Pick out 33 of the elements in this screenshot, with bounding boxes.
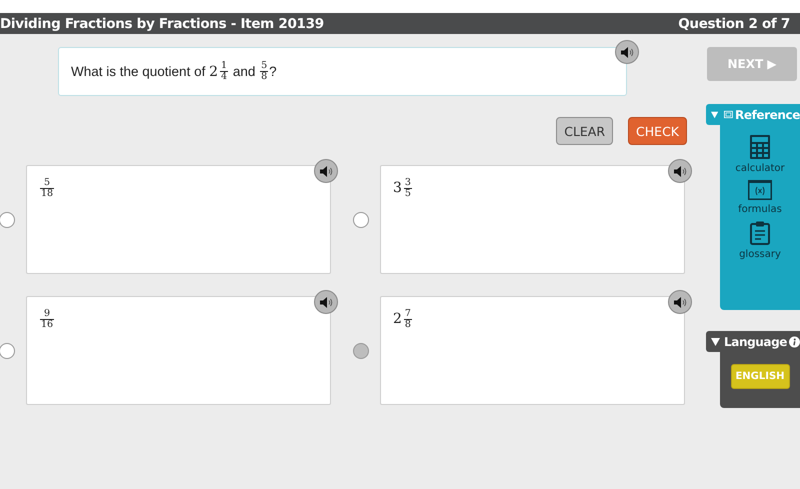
speaker-icon [620,46,634,58]
speaker-icon [674,296,686,308]
formulas-tool[interactable]: formulas [738,180,782,215]
radio-button[interactable] [353,342,369,358]
item-title: Dividing Fractions by Fractions - Item 20139 [0,16,324,32]
speaker-button[interactable] [615,40,639,64]
speaker-button[interactable] [668,159,692,183]
radio-button[interactable] [0,212,15,228]
clear-button[interactable]: CLEAR [556,117,614,145]
speaker-button[interactable] [314,290,338,314]
formula-icon [748,180,772,200]
radio-button[interactable] [353,212,369,228]
reference-toggle[interactable]: Reference [706,104,800,125]
speaker-button[interactable] [668,290,692,314]
clipboard-icon [750,221,770,245]
radio-button[interactable] [0,342,15,358]
info-icon[interactable] [789,336,800,348]
speaker-button[interactable] [314,159,338,183]
glossary-tool[interactable]: glossary [739,221,781,260]
speaker-icon [320,166,332,176]
answer-card[interactable]: 5 18 [26,165,331,274]
question-counter: Question 2 of 7 [678,16,790,32]
book-icon [724,110,733,119]
calculator-tool[interactable]: calculator [735,135,785,174]
check-button[interactable]: CHECK [628,117,687,145]
answer-value: 9 16 [39,309,56,330]
collapse-icon [711,338,720,346]
calculator-icon [750,135,770,159]
answer-value: 5 18 [39,178,56,199]
speaker-icon [674,166,686,176]
speaker-icon [320,296,332,308]
answer-card[interactable]: 9 16 [26,296,331,405]
collapse-icon [711,110,718,118]
